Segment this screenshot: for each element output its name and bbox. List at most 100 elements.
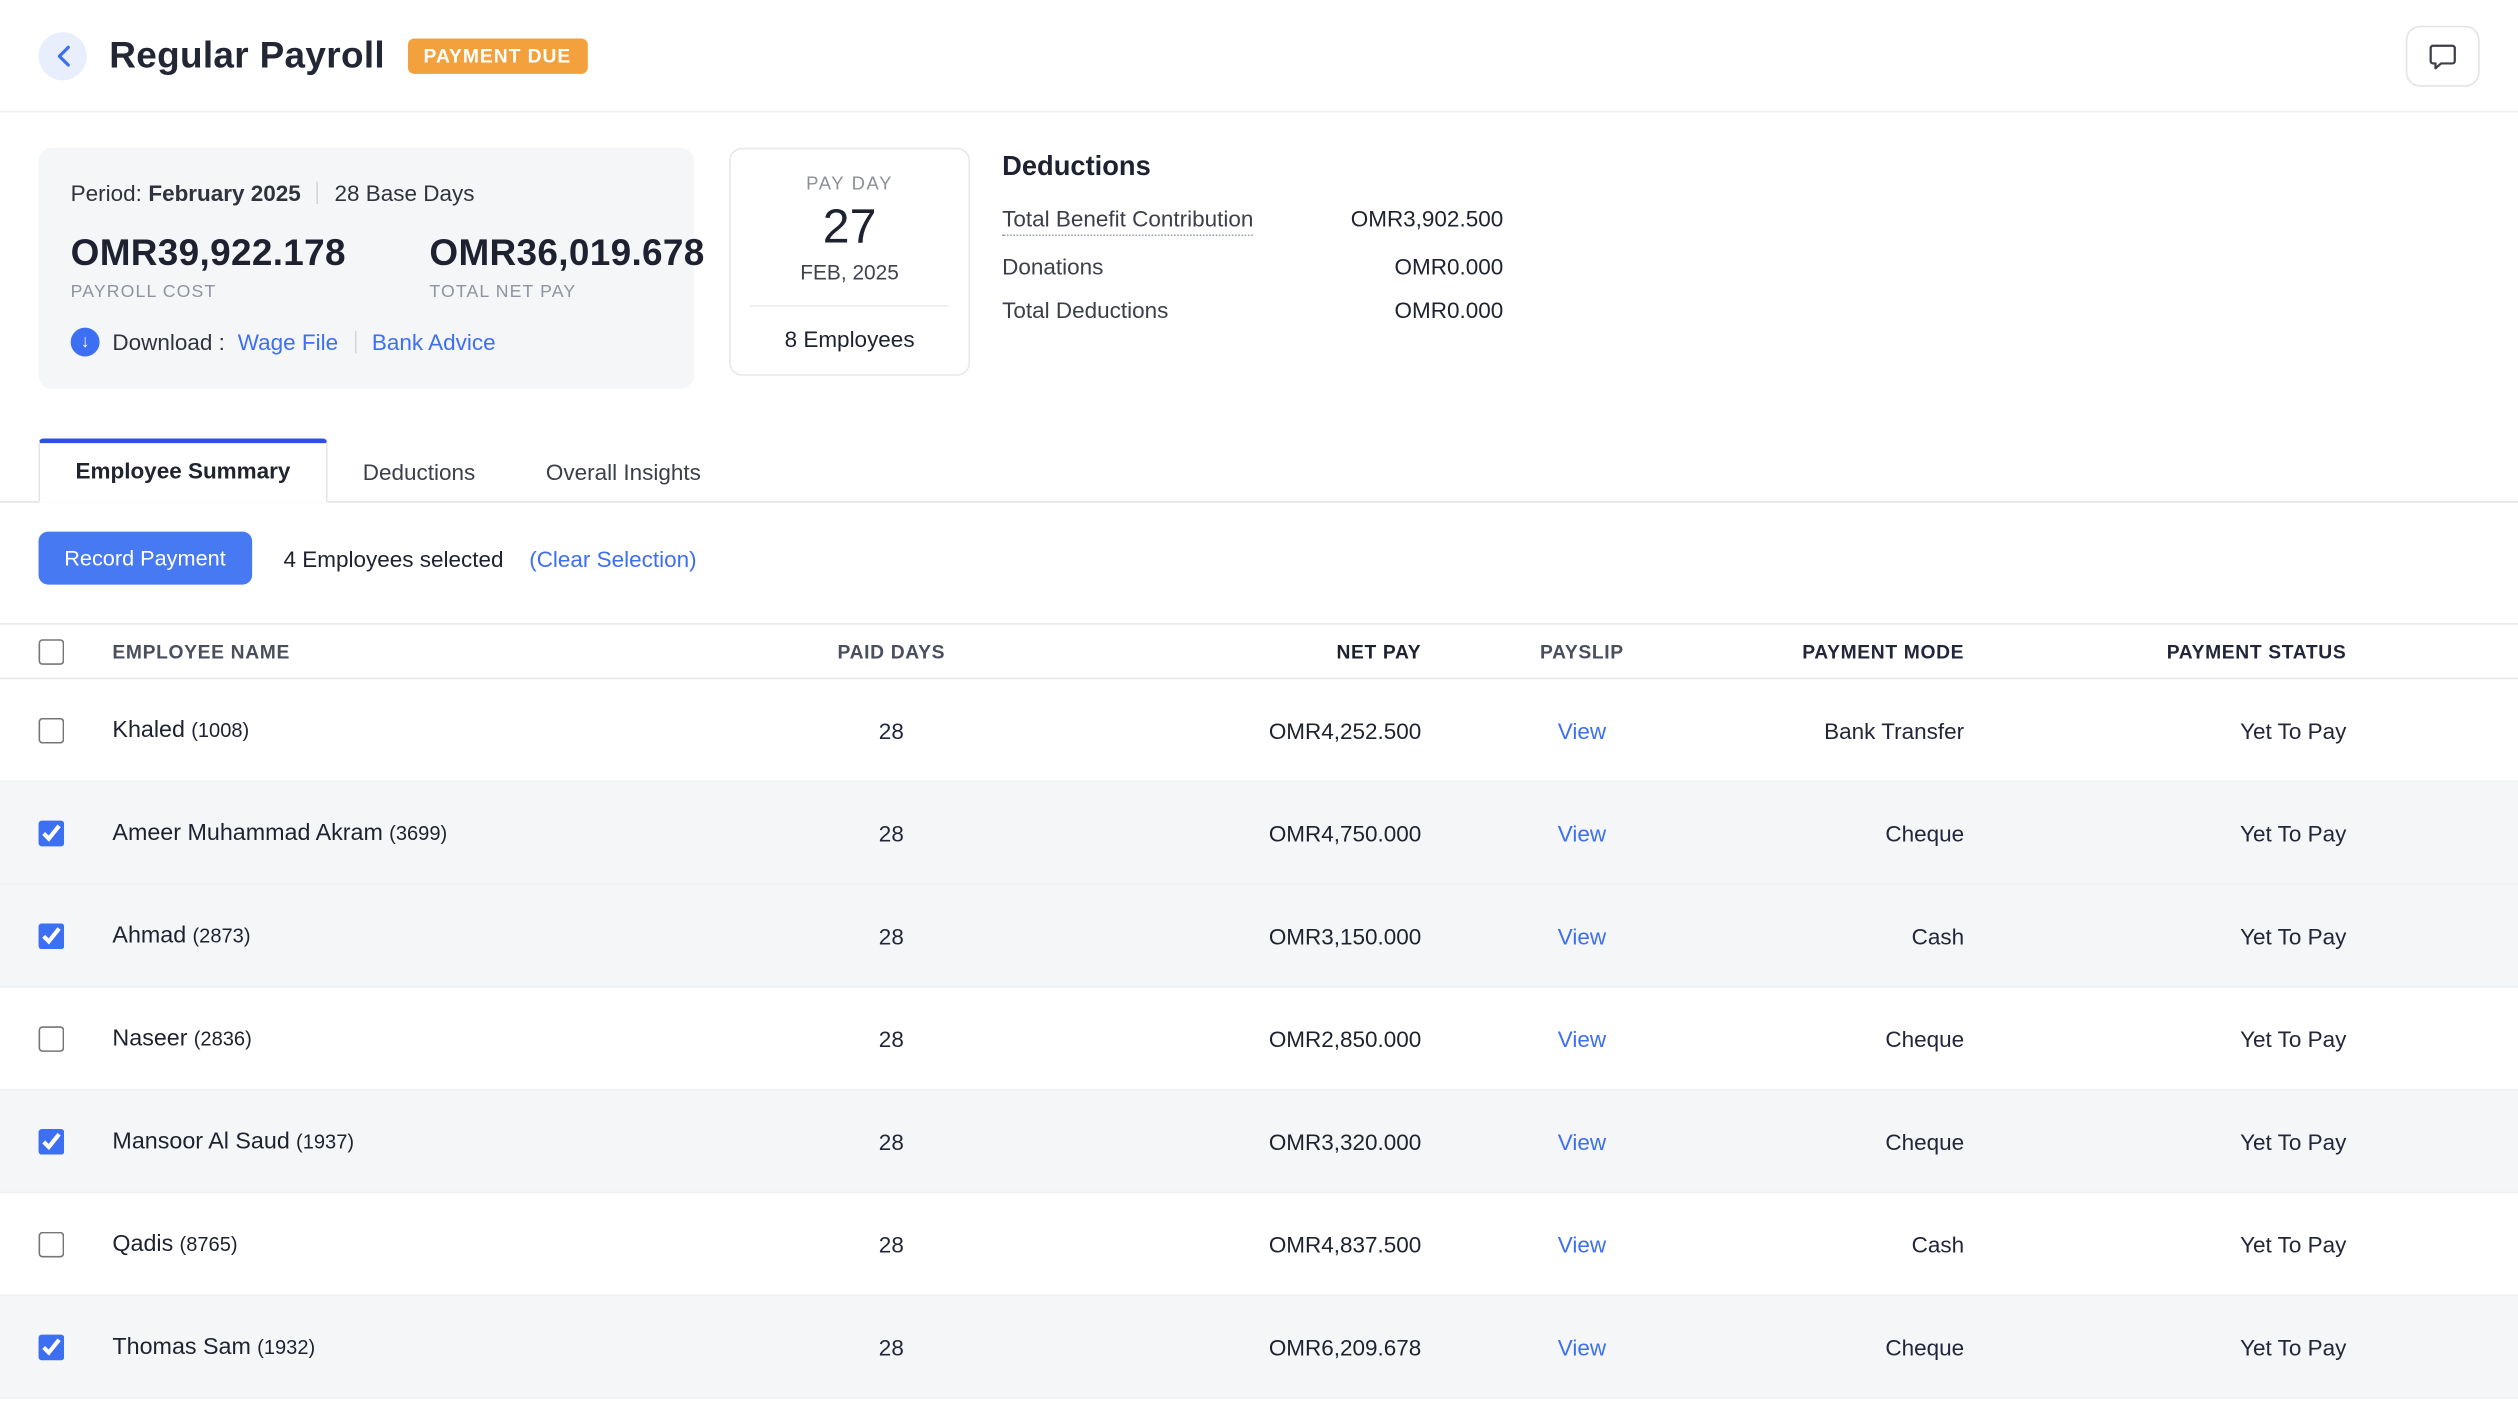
employee-name-cell: Khaled (1008) bbox=[112, 716, 770, 743]
payment-mode-cell: Cheque bbox=[1743, 1334, 1997, 1360]
employee-name-cell: Mansoor Al Saud (1937) bbox=[112, 1127, 770, 1154]
back-button[interactable] bbox=[39, 31, 87, 79]
wage-file-link[interactable]: Wage File bbox=[238, 329, 338, 355]
table-row: Mansoor Al Saud (1937) 28 OMR3,320.000 V… bbox=[0, 1090, 2518, 1193]
total-net-pay-value: OMR36,019.678 bbox=[429, 231, 704, 274]
payroll-cost-label: PAYROLL COST bbox=[71, 283, 346, 302]
employee-id: (2836) bbox=[194, 1028, 252, 1050]
net-pay-cell: OMR3,150.000 bbox=[1012, 923, 1422, 949]
net-pay-cell: OMR4,252.500 bbox=[1012, 717, 1422, 743]
payment-status-cell: Yet To Pay bbox=[1996, 1334, 2479, 1360]
deduction-row: Donations OMR0.000 bbox=[1002, 254, 1503, 280]
employee-id: (1008) bbox=[191, 719, 249, 741]
employee-name: Naseer bbox=[112, 1026, 187, 1052]
payment-mode-cell: Cheque bbox=[1743, 820, 1997, 846]
payment-mode-cell: Bank Transfer bbox=[1743, 717, 1997, 743]
comments-button[interactable] bbox=[2406, 25, 2480, 86]
payment-status-cell: Yet To Pay bbox=[1996, 1025, 2479, 1051]
view-payslip-link[interactable]: View bbox=[1558, 1334, 1606, 1360]
select-all-checkbox[interactable] bbox=[39, 638, 65, 664]
deduction-value-donations: OMR0.000 bbox=[1394, 254, 1503, 280]
employee-id: (1932) bbox=[257, 1336, 315, 1358]
deduction-label-total: Total Deductions bbox=[1002, 297, 1168, 323]
employee-id: (2873) bbox=[192, 925, 250, 947]
divider bbox=[354, 331, 356, 353]
deduction-value-benefit: OMR3,902.500 bbox=[1351, 206, 1503, 232]
tab-employee-summary[interactable]: Employee Summary bbox=[39, 438, 328, 502]
base-days: 28 Base Days bbox=[335, 180, 475, 206]
view-payslip-link[interactable]: View bbox=[1558, 1128, 1606, 1154]
paid-days-cell: 28 bbox=[771, 1128, 1012, 1154]
period-card: Period: February 2025 28 Base Days OMR39… bbox=[39, 148, 694, 389]
table-row: Thomas Sam (1932) 28 OMR6,209.678 View C… bbox=[0, 1296, 2518, 1399]
comment-icon bbox=[2428, 41, 2457, 70]
bank-advice-link[interactable]: Bank Advice bbox=[372, 329, 496, 355]
employee-name-cell: Thomas Sam (1932) bbox=[112, 1333, 770, 1360]
paid-days-cell: 28 bbox=[771, 1231, 1012, 1257]
employee-name-cell: Ahmad (2873) bbox=[112, 922, 770, 949]
clear-selection-link[interactable]: (Clear Selection) bbox=[529, 545, 696, 571]
summary-section: Period: February 2025 28 Base Days OMR39… bbox=[0, 112, 2518, 388]
payroll-cost-block: OMR39,922.178 PAYROLL COST bbox=[71, 231, 346, 302]
row-checkbox[interactable] bbox=[39, 923, 65, 949]
employee-name: Ahmad bbox=[112, 923, 186, 949]
period-label: Period: bbox=[71, 180, 142, 206]
payment-status-cell: Yet To Pay bbox=[1996, 820, 2479, 846]
deduction-row: Total Deductions OMR0.000 bbox=[1002, 297, 1503, 323]
view-payslip-link[interactable]: View bbox=[1558, 923, 1606, 949]
row-checkbox[interactable] bbox=[39, 1334, 65, 1360]
employee-name-cell: Qadis (8765) bbox=[112, 1230, 770, 1257]
paid-days-cell: 28 bbox=[771, 1025, 1012, 1051]
view-payslip-link[interactable]: View bbox=[1558, 820, 1606, 846]
payment-status-cell: Yet To Pay bbox=[1996, 1128, 2479, 1154]
payroll-cost-value: OMR39,922.178 bbox=[71, 231, 346, 274]
tab-overall-insights[interactable]: Overall Insights bbox=[511, 442, 737, 503]
net-pay-cell: OMR4,750.000 bbox=[1012, 820, 1422, 846]
deductions-title: Deductions bbox=[1002, 151, 1503, 183]
employee-name-cell: Naseer (2836) bbox=[112, 1025, 770, 1052]
record-payment-button[interactable]: Record Payment bbox=[39, 532, 252, 585]
payday-date: FEB, 2025 bbox=[750, 259, 949, 283]
table-row: Naseer (2836) 28 OMR2,850.000 View Chequ… bbox=[0, 988, 2518, 1091]
employee-name: Ameer Muhammad Akram bbox=[112, 821, 382, 847]
row-checkbox[interactable] bbox=[39, 820, 65, 846]
period-line: Period: February 2025 28 Base Days bbox=[71, 180, 662, 206]
paid-days-cell: 28 bbox=[771, 820, 1012, 846]
column-payment-mode: PAYMENT MODE bbox=[1743, 640, 1997, 662]
row-checkbox[interactable] bbox=[39, 1231, 65, 1257]
employee-name: Thomas Sam bbox=[112, 1335, 250, 1361]
payment-status-cell: Yet To Pay bbox=[1996, 717, 2479, 743]
employee-table: EMPLOYEE NAME PAID DAYS NET PAY PAYSLIP … bbox=[0, 623, 2518, 1399]
table-row: Qadis (8765) 28 OMR4,837.500 View Cash Y… bbox=[0, 1193, 2518, 1296]
deduction-row: Total Benefit Contribution OMR3,902.500 bbox=[1002, 206, 1503, 237]
payday-employee-count: 8 Employees bbox=[750, 325, 949, 351]
view-payslip-link[interactable]: View bbox=[1558, 1231, 1606, 1257]
download-label: Download : bbox=[112, 329, 224, 355]
view-payslip-link[interactable]: View bbox=[1558, 717, 1606, 743]
employee-name: Mansoor Al Saud bbox=[112, 1129, 289, 1155]
tab-deductions[interactable]: Deductions bbox=[327, 442, 510, 503]
employee-name-cell: Ameer Muhammad Akram (3699) bbox=[112, 819, 770, 846]
deductions-summary: Deductions Total Benefit Contribution OM… bbox=[1002, 148, 1503, 341]
column-employee-name: EMPLOYEE NAME bbox=[112, 640, 770, 662]
column-payment-status: PAYMENT STATUS bbox=[1996, 640, 2479, 662]
row-checkbox[interactable] bbox=[39, 1128, 65, 1154]
table-row: Ameer Muhammad Akram (3699) 28 OMR4,750.… bbox=[0, 782, 2518, 885]
deduction-label-donations: Donations bbox=[1002, 254, 1103, 280]
table-row: Ahmad (2873) 28 OMR3,150.000 View Cash Y… bbox=[0, 885, 2518, 988]
employee-id: (8765) bbox=[180, 1233, 238, 1255]
row-checkbox[interactable] bbox=[39, 717, 65, 743]
employee-name: Qadis bbox=[112, 1232, 173, 1258]
period-value: February 2025 bbox=[148, 180, 300, 206]
view-payslip-link[interactable]: View bbox=[1558, 1025, 1606, 1051]
row-checkbox[interactable] bbox=[39, 1025, 65, 1051]
net-pay-cell: OMR2,850.000 bbox=[1012, 1025, 1422, 1051]
net-pay-cell: OMR6,209.678 bbox=[1012, 1334, 1422, 1360]
net-pay-cell: OMR3,320.000 bbox=[1012, 1128, 1422, 1154]
selected-count-text: 4 Employees selected bbox=[284, 545, 504, 571]
chevron-left-icon bbox=[55, 44, 69, 66]
column-payslip: PAYSLIP bbox=[1421, 640, 1742, 662]
net-pay-cell: OMR4,837.500 bbox=[1012, 1231, 1422, 1257]
payment-mode-cell: Cash bbox=[1743, 1231, 1997, 1257]
employee-id: (1937) bbox=[296, 1131, 354, 1153]
